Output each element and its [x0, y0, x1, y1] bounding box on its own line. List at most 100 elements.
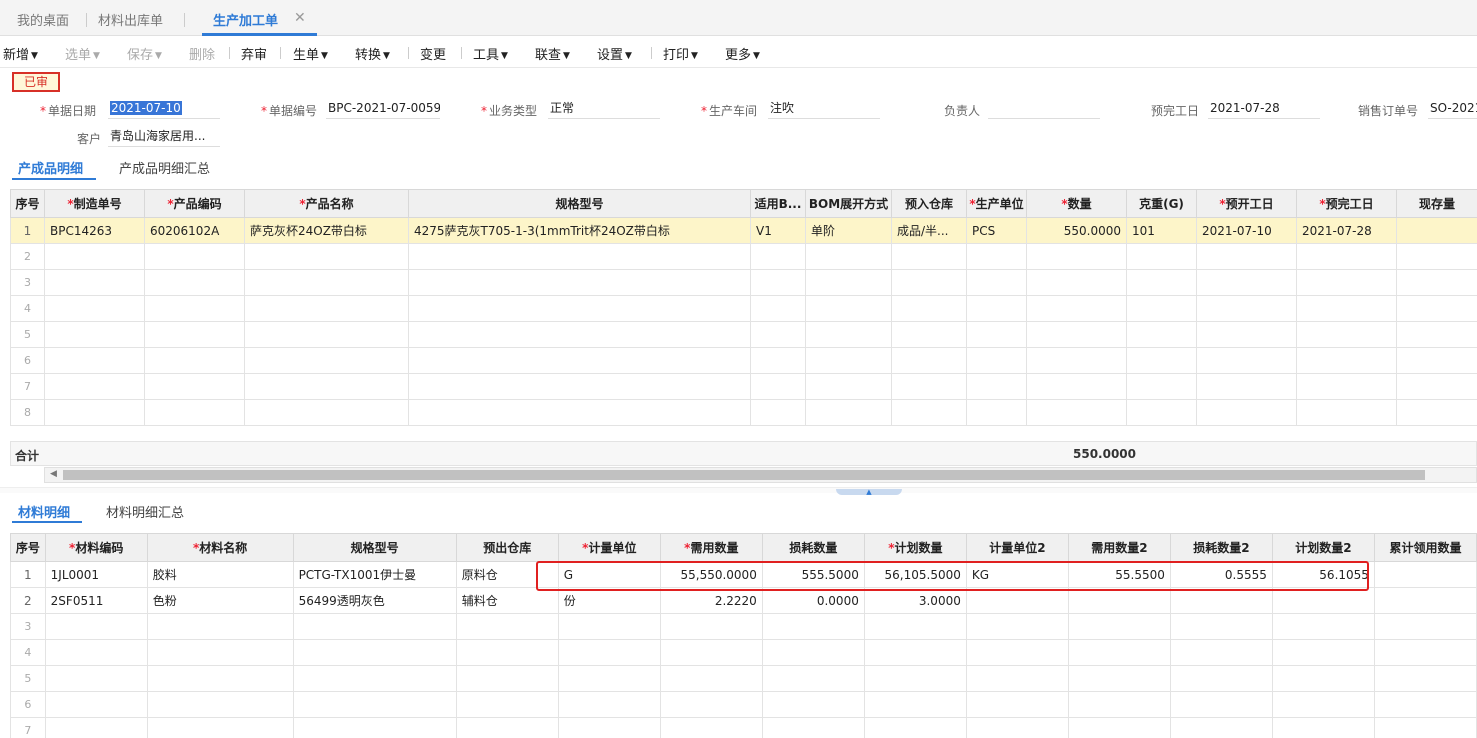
tab-production-order[interactable]: 生产加工单: [213, 10, 278, 29]
table-cell[interactable]: [891, 347, 967, 374]
table-cell[interactable]: [1026, 295, 1127, 322]
col-header-quantity[interactable]: *数量: [1026, 189, 1127, 218]
table-cell[interactable]: [1296, 399, 1397, 426]
tab-material-issue[interactable]: 材料出库单: [98, 10, 163, 29]
table-cell[interactable]: [44, 665, 148, 692]
table-row[interactable]: 8: [10, 399, 1477, 426]
table-cell[interactable]: [1373, 691, 1477, 718]
table-cell[interactable]: PCS: [966, 217, 1027, 244]
col-header-prod-unit[interactable]: *生产单位: [966, 189, 1027, 218]
table-cell[interactable]: [891, 269, 967, 296]
tab-my-desktop[interactable]: 我的桌面: [17, 10, 69, 29]
table-cell[interactable]: [1126, 347, 1197, 374]
table-cell[interactable]: [863, 665, 967, 692]
table-cell[interactable]: [1169, 639, 1273, 666]
col-header-out-warehouse[interactable]: 预出仓库: [455, 533, 559, 562]
table-cell[interactable]: 2.2220: [659, 587, 763, 614]
table-cell[interactable]: 原料仓: [455, 561, 559, 588]
table-cell[interactable]: [1373, 717, 1477, 738]
table-cell[interactable]: 2SF0511: [44, 587, 148, 614]
table-cell[interactable]: [750, 321, 806, 348]
col-header-product-code[interactable]: *产品编码: [144, 189, 245, 218]
table-cell[interactable]: [1126, 243, 1197, 270]
table-cell[interactable]: [863, 717, 967, 738]
table-cell[interactable]: [1067, 639, 1171, 666]
table-row[interactable]: 4: [10, 295, 1477, 322]
table-cell[interactable]: [144, 399, 245, 426]
tab-material-summary[interactable]: 材料明细汇总: [106, 502, 184, 521]
table-cell[interactable]: [1396, 373, 1477, 400]
table-row[interactable]: 3: [10, 269, 1477, 296]
tab-product-summary[interactable]: 产成品明细汇总: [119, 158, 210, 177]
table-cell[interactable]: [1271, 613, 1375, 640]
table-cell[interactable]: [1296, 347, 1397, 374]
table-cell[interactable]: [863, 639, 967, 666]
table-row[interactable]: 1 1JL0001 胶料 PCTG-TX1001伊士曼 原料仓 G 55,550.0000 5…: [10, 561, 1477, 588]
table-cell[interactable]: [1296, 295, 1397, 322]
doc-no-field[interactable]: BPC-2021-07-0059: [326, 99, 440, 119]
table-cell[interactable]: [891, 295, 967, 322]
table-row[interactable]: 3: [10, 613, 1477, 640]
col-header-rownum[interactable]: 序号: [10, 533, 46, 562]
table-cell[interactable]: [408, 347, 751, 374]
table-cell[interactable]: 单阶: [805, 217, 892, 244]
table-cell[interactable]: [966, 373, 1027, 400]
table-cell[interactable]: [1196, 321, 1297, 348]
table-cell[interactable]: [1396, 243, 1477, 270]
table-cell[interactable]: [750, 295, 806, 322]
table-cell[interactable]: [965, 587, 1069, 614]
delete-button[interactable]: 删除: [189, 44, 215, 63]
table-cell[interactable]: [805, 243, 892, 270]
table-cell[interactable]: 0.5555: [1169, 561, 1273, 588]
select-button[interactable]: 选单 ▼: [65, 44, 100, 63]
table-cell[interactable]: [761, 613, 865, 640]
table-cell[interactable]: [292, 717, 457, 738]
table-cell[interactable]: [761, 665, 865, 692]
table-cell[interactable]: [750, 399, 806, 426]
col-header-in-warehouse[interactable]: 预入仓库: [891, 189, 967, 218]
table-cell[interactable]: [1271, 587, 1375, 614]
table-cell[interactable]: [1067, 665, 1171, 692]
table-cell[interactable]: [455, 717, 559, 738]
table-cell[interactable]: [557, 717, 661, 738]
table-row[interactable]: 2 2SF0511 色粉 56499透明灰色 辅料仓份 2.2220 0.0000 3.000…: [10, 587, 1477, 614]
col-header-applicable-bom[interactable]: 适用B...: [750, 189, 806, 218]
table-row[interactable]: 6: [10, 691, 1477, 718]
table-cell[interactable]: [891, 399, 967, 426]
table-cell[interactable]: 4275萨克灰T705-1-3(1mmTrit杯24OZ带白标: [408, 217, 751, 244]
table-cell[interactable]: [1067, 717, 1171, 738]
table-cell[interactable]: 56,105.5000: [863, 561, 967, 588]
scroll-left-icon[interactable]: ◀: [50, 469, 57, 479]
table-cell[interactable]: [1396, 269, 1477, 296]
table-cell[interactable]: [1196, 269, 1297, 296]
table-cell[interactable]: [557, 665, 661, 692]
link-query-button[interactable]: 联查 ▼: [535, 44, 570, 63]
table-cell[interactable]: [863, 691, 967, 718]
table-cell[interactable]: [805, 373, 892, 400]
table-cell[interactable]: [44, 613, 148, 640]
doc-date-field[interactable]: 2021-07-10: [108, 99, 220, 119]
table-cell[interactable]: [44, 691, 148, 718]
table-cell[interactable]: [750, 347, 806, 374]
table-cell[interactable]: 55,550.0000: [659, 561, 763, 588]
col-header-unit[interactable]: *计量单位: [557, 533, 661, 562]
table-cell[interactable]: [1196, 399, 1297, 426]
table-cell[interactable]: [146, 691, 294, 718]
col-header-mfg-no[interactable]: *制造单号: [44, 189, 145, 218]
col-header-required-qty[interactable]: *需用数量: [659, 533, 763, 562]
table-cell[interactable]: 101: [1126, 217, 1197, 244]
print-button[interactable]: 打印 ▼: [663, 44, 698, 63]
add-button[interactable]: 新增 ▼: [3, 44, 38, 63]
close-icon[interactable]: ✕: [294, 10, 306, 26]
tab-product-detail[interactable]: 产成品明细: [18, 158, 83, 177]
table-row[interactable]: 6: [10, 347, 1477, 374]
col-header-spec[interactable]: 规格型号: [292, 533, 457, 562]
col-header-finish-date[interactable]: *预完工日: [1296, 189, 1397, 218]
table-cell[interactable]: [1026, 321, 1127, 348]
table-row[interactable]: 4: [10, 639, 1477, 666]
table-cell[interactable]: [244, 269, 409, 296]
col-header-spec[interactable]: 规格型号: [408, 189, 751, 218]
horizontal-scrollbar[interactable]: ◀: [44, 467, 1477, 483]
table-cell[interactable]: [144, 373, 245, 400]
table-cell[interactable]: [1196, 295, 1297, 322]
